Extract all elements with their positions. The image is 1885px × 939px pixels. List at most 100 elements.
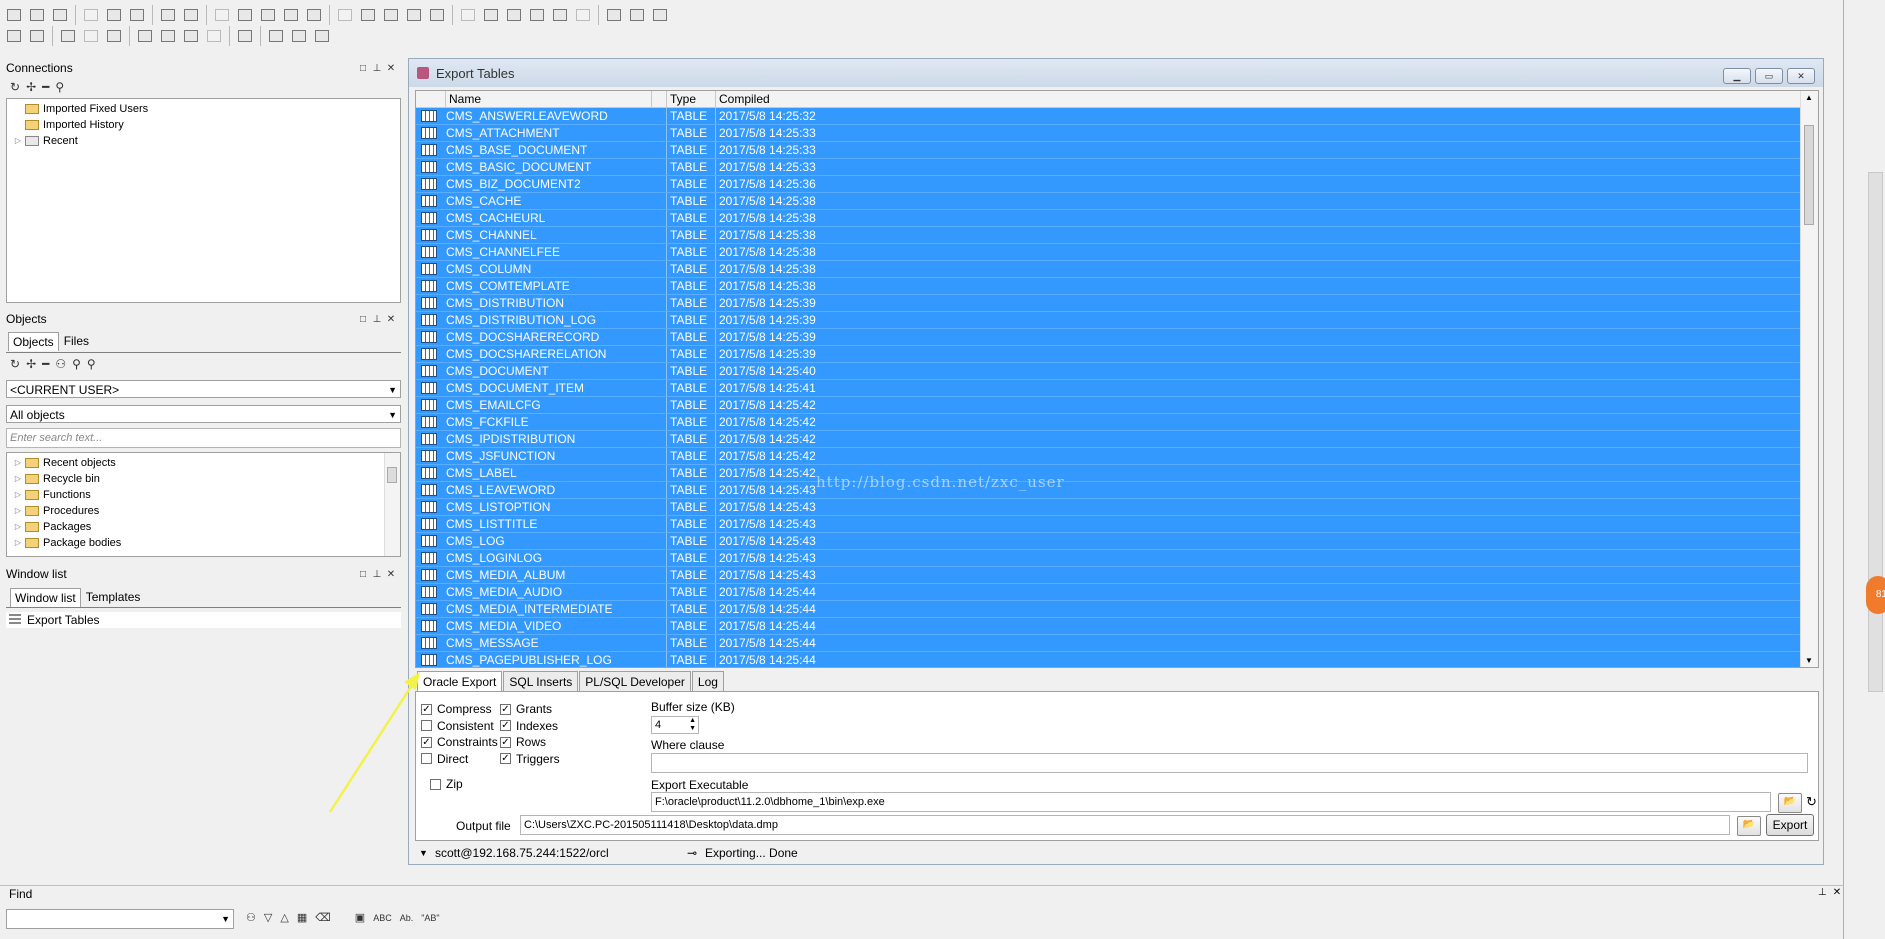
- table-row[interactable]: CMS_MEDIA_AUDIO TABLE 2017/5/8 14:25:44: [416, 584, 1802, 601]
- undo-icon[interactable]: [212, 5, 232, 25]
- redo-icon[interactable]: [235, 5, 255, 25]
- table-row[interactable]: CMS_BASE_DOCUMENT TABLE 2017/5/8 14:25:33: [416, 142, 1802, 159]
- option-grants-checkbox[interactable]: ✓ Grants: [500, 701, 552, 717]
- expand-icon[interactable]: ▷: [13, 455, 23, 471]
- indent-icon[interactable]: [458, 5, 478, 25]
- oracle-icon[interactable]: [604, 5, 624, 25]
- tab-files[interactable]: Files: [60, 332, 93, 350]
- column-header-type[interactable]: Type: [667, 91, 716, 107]
- objects-filter-select[interactable]: All objects ▼: [6, 405, 401, 423]
- arrow-right-red-icon[interactable]: [289, 26, 309, 46]
- expand-icon[interactable]: ▷: [13, 487, 23, 503]
- close-icon[interactable]: ✕: [1833, 887, 1841, 898]
- object-search-input[interactable]: Enter search text...: [6, 428, 401, 448]
- table-row[interactable]: CMS_DOCSHARERELATION TABLE 2017/5/8 14:25:…: [416, 346, 1802, 363]
- table-row[interactable]: CMS_LISTTITLE TABLE 2017/5/8 14:25:43: [416, 516, 1802, 533]
- debug-icon[interactable]: [58, 26, 78, 46]
- reset-icon[interactable]: ↻: [1806, 794, 1817, 810]
- table-row[interactable]: CMS_ANSWERLEAVEWORD TABLE 2017/5/8 14:25:3…: [416, 108, 1802, 125]
- sql-icon[interactable]: [135, 26, 155, 46]
- print-icon[interactable]: [158, 5, 178, 25]
- option-compress-checkbox[interactable]: ✓ Compress: [421, 701, 492, 717]
- table-row[interactable]: CMS_LISTOPTION TABLE 2017/5/8 14:25:43: [416, 499, 1802, 516]
- bookmark-icon[interactable]: [312, 26, 332, 46]
- tree-item[interactable]: ▷ Procedures: [13, 503, 121, 519]
- tree-item[interactable]: ▷ Package bodies: [13, 535, 121, 551]
- tree-item[interactable]: ▷ Recycle bin: [13, 471, 121, 487]
- refresh-icon[interactable]: ↻: [10, 357, 20, 371]
- restore-icon[interactable]: □: [358, 569, 368, 580]
- table-row[interactable]: CMS_JSFUNCTION TABLE 2017/5/8 14:25:42: [416, 448, 1802, 465]
- table-row[interactable]: CMS_DOCUMENT TABLE 2017/5/8 14:25:40: [416, 363, 1802, 380]
- filter-icon[interactable]: ⚲: [55, 80, 64, 94]
- option-indexes-checkbox[interactable]: ✓ Indexes: [500, 718, 558, 734]
- compile-icon[interactable]: [27, 26, 47, 46]
- window-list-item-export-tables[interactable]: Export Tables: [6, 612, 401, 628]
- find-icon[interactable]: ⚇: [55, 357, 66, 371]
- output-file-input[interactable]: C:\Users\ZXC.PC-201505111418\Desktop\dat…: [520, 815, 1730, 835]
- table-row[interactable]: CMS_MEDIA_ALBUM TABLE 2017/5/8 14:25:43: [416, 567, 1802, 584]
- close-icon[interactable]: ✕: [386, 63, 396, 74]
- option-rows-checkbox[interactable]: ✓ Rows: [500, 734, 546, 750]
- db2-icon[interactable]: [104, 26, 124, 46]
- save-as-icon[interactable]: [104, 5, 124, 25]
- table-row[interactable]: CMS_EMAILCFG TABLE 2017/5/8 14:25:42: [416, 397, 1802, 414]
- whole-word-toggle[interactable]: Ab.: [400, 913, 414, 923]
- help-icon[interactable]: [650, 5, 670, 25]
- checkbox-box[interactable]: [430, 778, 441, 790]
- paste-icon[interactable]: [304, 5, 324, 25]
- browse-output-button[interactable]: 📂: [1737, 816, 1761, 836]
- export-button[interactable]: Export: [1766, 814, 1814, 836]
- table-row[interactable]: CMS_ATTACHMENT TABLE 2017/5/8 14:25:33: [416, 125, 1802, 142]
- floating-badge[interactable]: 81: [1866, 576, 1885, 614]
- close-icon[interactable]: ✕: [386, 569, 396, 580]
- tree-item-imported-fixed-users[interactable]: Imported Fixed Users: [13, 101, 148, 117]
- tab-plsql-developer[interactable]: PL/SQL Developer: [579, 671, 691, 692]
- plan-icon[interactable]: [204, 26, 224, 46]
- table-row[interactable]: CMS_FCKFILE TABLE 2017/5/8 14:25:42: [416, 414, 1802, 431]
- zip-checkbox[interactable]: Zip: [430, 776, 463, 792]
- pin-icon[interactable]: ⊥: [372, 314, 382, 325]
- toggle-icon[interactable]: [381, 5, 401, 25]
- browse-executable-button[interactable]: 📂: [1778, 793, 1802, 813]
- close-icon[interactable]: ✕: [386, 314, 396, 325]
- filter-edit-icon[interactable]: ⚲: [87, 357, 96, 371]
- checkbox-box[interactable]: ✓: [500, 753, 511, 764]
- reopen-icon[interactable]: [50, 5, 70, 25]
- tab-templates[interactable]: Templates: [82, 588, 145, 606]
- option-triggers-checkbox[interactable]: ✓ Triggers: [500, 751, 560, 767]
- key-icon[interactable]: [4, 26, 24, 46]
- table-row[interactable]: CMS_LABEL TABLE 2017/5/8 14:25:42: [416, 465, 1802, 482]
- expand-icon[interactable]: ▷: [13, 133, 23, 149]
- option-constraints-checkbox[interactable]: ✓ Constraints: [421, 734, 498, 750]
- tree-item-imported-history[interactable]: Imported History: [13, 117, 148, 133]
- maximize-button[interactable]: ▭: [1755, 68, 1783, 84]
- table-row[interactable]: CMS_LOGINLOG TABLE 2017/5/8 14:25:43: [416, 550, 1802, 567]
- tree-item[interactable]: ▷ Functions: [13, 487, 121, 503]
- option-consistent-checkbox[interactable]: Consistent: [421, 718, 494, 734]
- find-icon[interactable]: [335, 5, 355, 25]
- tab-objects[interactable]: Objects: [8, 332, 59, 351]
- table-row[interactable]: CMS_COMTEMPLATE TABLE 2017/5/8 14:25:38: [416, 278, 1802, 295]
- save-icon[interactable]: [81, 5, 101, 25]
- highlight-icon[interactable]: ▦: [297, 911, 307, 924]
- print-preview-icon[interactable]: [181, 5, 201, 25]
- minimize-button[interactable]: ▁: [1723, 68, 1751, 84]
- execute-icon[interactable]: [427, 5, 447, 25]
- replace-icon[interactable]: [358, 5, 378, 25]
- pin-icon[interactable]: ⊥: [372, 569, 382, 580]
- find-icon[interactable]: ⚇: [246, 911, 256, 924]
- table-row[interactable]: CMS_CACHE TABLE 2017/5/8 14:25:38: [416, 193, 1802, 210]
- table-row[interactable]: CMS_DISTRIBUTION_LOG TABLE 2017/5/8 14:25:…: [416, 312, 1802, 329]
- table-row[interactable]: CMS_CACHEURL TABLE 2017/5/8 14:25:38: [416, 210, 1802, 227]
- pdf-icon[interactable]: [627, 5, 647, 25]
- pin-icon[interactable]: ⊥: [1818, 887, 1827, 898]
- window-list-panel-controls[interactable]: □ ⊥ ✕: [358, 565, 396, 583]
- objects-scrollbar[interactable]: [384, 453, 400, 556]
- outer-scrollbar[interactable]: [1868, 172, 1883, 692]
- table-row[interactable]: CMS_MEDIA_INTERMEDIATE TABLE 2017/5/8 14:2…: [416, 601, 1802, 618]
- column-header-compiled[interactable]: Compiled: [716, 91, 1802, 107]
- checkbox-box[interactable]: ✓: [500, 703, 511, 715]
- expand-icon[interactable]: ▷: [13, 471, 23, 487]
- table-row[interactable]: CMS_BIZ_DOCUMENT2 TABLE 2017/5/8 14:25:36: [416, 176, 1802, 193]
